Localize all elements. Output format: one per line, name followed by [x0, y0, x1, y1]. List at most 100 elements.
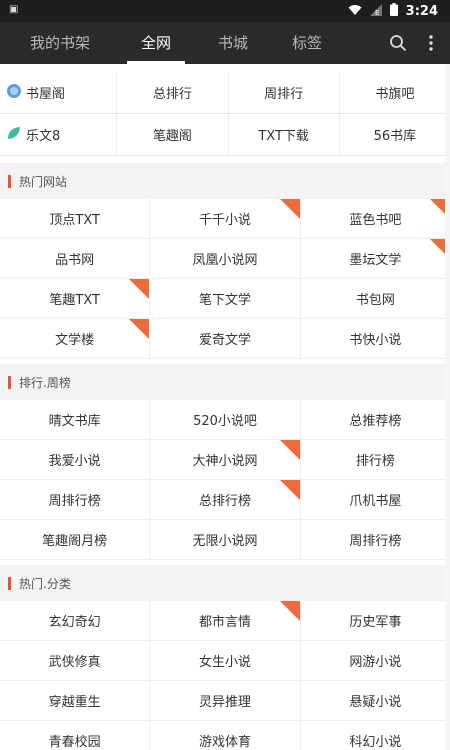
site-item[interactable]: 千千小说 [150, 199, 301, 238]
grid-row: 晴文书库 520小说吧 总推荐榜 [0, 400, 450, 440]
quick-item-label: 总排行 [152, 87, 192, 102]
leaf-icon [6, 125, 22, 145]
hot-badge-icon [279, 440, 300, 460]
category-item-label: 悬疑小说 [349, 695, 402, 710]
site-item[interactable]: 总推荐榜 [301, 400, 450, 439]
grid-row: 我爱小说 大神小说网 排行榜 [0, 440, 450, 480]
site-item-label: 文学楼 [55, 333, 95, 348]
site-item-label: 凤凰小说网 [192, 253, 258, 268]
section-header: 热门网站 [0, 163, 450, 199]
category-item-label: 玄幻奇幻 [48, 615, 101, 630]
category-item[interactable]: 网游小说 [301, 641, 450, 680]
hot-badge-icon [279, 601, 300, 621]
quick-item-label: 笔趣阁 [152, 129, 192, 144]
tab-tags[interactable]: 标签 [272, 22, 342, 64]
category-item[interactable]: 游戏体育 [150, 721, 301, 750]
site-item-label: 爱奇文学 [198, 333, 251, 348]
site-item-label: 笔趣TXT [49, 293, 100, 308]
category-item[interactable]: 女生小说 [150, 641, 301, 680]
site-item[interactable]: 爱奇文学 [150, 319, 301, 358]
grid-row: 品书网 凤凰小说网 墨坛文学 [0, 239, 450, 279]
site-item-label: 无限小说网 [192, 534, 258, 549]
section-title: 热门网站 [19, 174, 68, 189]
site-item[interactable]: 排行榜 [301, 440, 450, 479]
site-item[interactable]: 520小说吧 [150, 400, 301, 439]
category-item[interactable]: 青春校园 [0, 721, 151, 750]
category-item[interactable]: 悬疑小说 [301, 681, 450, 720]
category-item[interactable]: 穿越重生 [0, 681, 151, 720]
quick-item[interactable]: 书屋阁 [0, 72, 118, 113]
category-item-label: 游戏体育 [198, 735, 251, 750]
hot-badge-icon [129, 279, 150, 299]
site-item[interactable]: 无限小说网 [150, 520, 301, 559]
scrollbar-track[interactable] [445, 64, 450, 750]
category-item-label: 科幻小说 [349, 735, 402, 750]
category-item[interactable]: 武侠修真 [0, 641, 151, 680]
category-item-label: 灵异推理 [198, 695, 251, 710]
top-nav: 我的书架 全网 书城 标签 [0, 22, 450, 64]
category-item[interactable]: 灵异推理 [150, 681, 301, 720]
svg-text:E: E [375, 9, 379, 16]
hot-badge-icon [279, 199, 300, 219]
more-vertical-icon[interactable] [418, 30, 444, 56]
site-item[interactable]: 我爱小说 [0, 440, 151, 479]
quick-item-label: 乐文8 [26, 129, 61, 144]
tab-bookshelf[interactable]: 我的书架 [20, 22, 100, 64]
site-item-label: 千千小说 [198, 213, 251, 228]
site-item[interactable]: 笔趣TXT [0, 279, 151, 318]
quick-item[interactable]: 书旗吧 [340, 72, 450, 113]
site-item[interactable]: 周排行榜 [301, 520, 450, 559]
site-item[interactable]: 书快小说 [301, 319, 450, 358]
grid-row: 武侠修真 女生小说 网游小说 [0, 641, 450, 681]
site-item-label: 书快小说 [349, 333, 402, 348]
quick-item[interactable]: 56书库 [340, 114, 450, 155]
tab-bookstore[interactable]: 书城 [198, 22, 268, 64]
site-item-label: 顶点TXT [49, 213, 100, 228]
section-title: 排行.周榜 [19, 375, 71, 390]
grid-row: 顶点TXT 千千小说 蓝色书吧 [0, 199, 450, 239]
tab-all-web[interactable]: 全网 [121, 22, 191, 64]
site-item[interactable]: 笔下文学 [150, 279, 301, 318]
quick-item[interactable]: TXT下载 [229, 114, 340, 155]
site-item[interactable]: 周排行榜 [0, 480, 151, 519]
category-item[interactable]: 都市言情 [150, 601, 301, 640]
site-item[interactable]: 墨坛文学 [301, 239, 450, 278]
site-item[interactable]: 总排行榜 [150, 480, 301, 519]
grid-row: 周排行榜 总排行榜 爪机书屋 [0, 480, 450, 520]
site-item[interactable]: 笔趣阁月榜 [0, 520, 151, 559]
category-item[interactable]: 科幻小说 [301, 721, 450, 750]
site-item-label: 520小说吧 [193, 414, 257, 429]
site-item-label: 蓝色书吧 [349, 213, 402, 228]
site-item[interactable]: 文学楼 [0, 319, 151, 358]
status-icons: E 3:24 [348, 3, 438, 19]
grid-row: 青春校园 游戏体育 科幻小说 [0, 721, 450, 750]
site-item-label: 周排行榜 [349, 534, 402, 549]
section-header: 热门.分类 [0, 565, 450, 601]
site-item[interactable]: 品书网 [0, 239, 151, 278]
site-item-label: 我爱小说 [48, 454, 101, 469]
site-item[interactable]: 蓝色书吧 [301, 199, 450, 238]
site-item[interactable]: 大神小说网 [150, 440, 301, 479]
site-item[interactable]: 书包网 [301, 279, 450, 318]
site-item-label: 周排行榜 [48, 494, 101, 509]
site-item-label: 笔趣阁月榜 [42, 534, 108, 549]
quick-item[interactable]: 笔趣阁 [117, 114, 229, 155]
site-item-label: 墨坛文学 [349, 253, 402, 268]
site-item[interactable]: 晴文书库 [0, 400, 151, 439]
site-item[interactable]: 顶点TXT [0, 199, 151, 238]
section-accent-bar [8, 174, 11, 188]
site-item[interactable]: 凤凰小说网 [150, 239, 301, 278]
category-item-label: 武侠修真 [48, 655, 101, 670]
search-icon[interactable] [385, 30, 411, 56]
site-item[interactable]: 爪机书屋 [301, 480, 450, 519]
grid-row: 笔趣TXT 笔下文学 书包网 [0, 279, 450, 319]
quick-item[interactable]: 总排行 [117, 72, 229, 113]
quick-item-label: 56书库 [373, 129, 417, 144]
grid-row: 玄幻奇幻 都市言情 历史军事 [0, 601, 450, 641]
category-item[interactable]: 玄幻奇幻 [0, 601, 151, 640]
hot-badge-icon [279, 480, 300, 500]
quick-item[interactable]: 乐文8 [0, 114, 118, 155]
quick-item[interactable]: 周排行 [229, 72, 340, 113]
category-item-label: 女生小说 [198, 655, 251, 670]
category-item[interactable]: 历史军事 [301, 601, 450, 640]
